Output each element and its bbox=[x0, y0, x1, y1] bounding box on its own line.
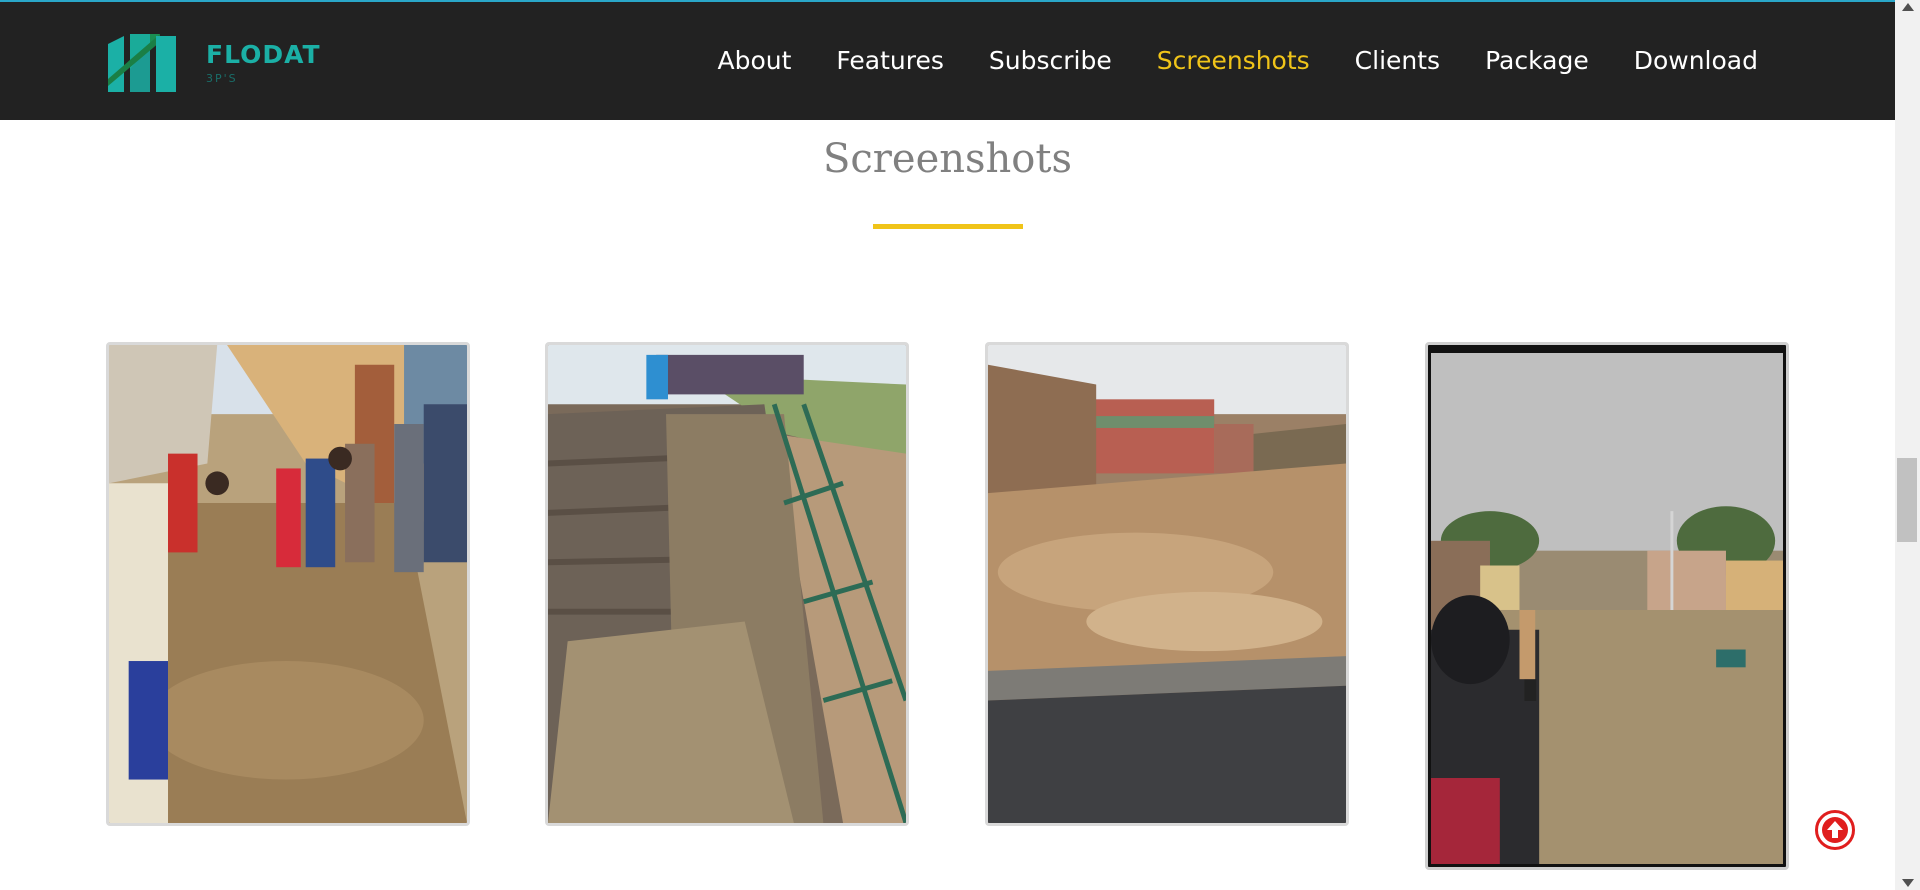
nav-clients[interactable]: Clients bbox=[1355, 46, 1440, 76]
nav-about[interactable]: About bbox=[717, 46, 791, 76]
screenshot-4[interactable] bbox=[1425, 342, 1789, 870]
nav-screenshots[interactable]: Screenshots bbox=[1157, 46, 1310, 76]
scroll-down-arrow-icon[interactable] bbox=[1902, 879, 1914, 887]
screenshot-3[interactable] bbox=[985, 342, 1349, 826]
floodwater-image bbox=[988, 345, 1346, 823]
title-underline bbox=[873, 224, 1023, 229]
bridge-debris-image bbox=[548, 345, 906, 823]
vertical-scrollbar[interactable] bbox=[1895, 0, 1920, 890]
nav-features[interactable]: Features bbox=[836, 46, 944, 76]
nav-download[interactable]: Download bbox=[1634, 46, 1758, 76]
scroll-up-arrow-icon[interactable] bbox=[1902, 3, 1914, 11]
logo-bars-icon bbox=[108, 34, 176, 92]
scroll-thumb[interactable] bbox=[1897, 458, 1917, 542]
arrow-up-circle-icon bbox=[1822, 817, 1848, 843]
brand-logo[interactable]: FLODAT 3P'S bbox=[108, 34, 328, 92]
brand-name: FLODAT bbox=[206, 40, 321, 69]
flooded-street-image bbox=[109, 345, 467, 823]
navbar: FLODAT 3P'S About Features Subscribe Scr… bbox=[0, 2, 1895, 120]
back-to-top-button[interactable] bbox=[1815, 810, 1855, 850]
main-nav: About Features Subscribe Screenshots Cli… bbox=[672, 46, 1758, 76]
nav-subscribe[interactable]: Subscribe bbox=[989, 46, 1112, 76]
flooded-road-image bbox=[1431, 353, 1783, 864]
nav-package[interactable]: Package bbox=[1485, 46, 1589, 76]
screenshot-1[interactable] bbox=[106, 342, 470, 826]
brand-tagline: 3P'S bbox=[206, 72, 238, 85]
screenshot-2[interactable] bbox=[545, 342, 909, 826]
section-title: Screenshots bbox=[822, 136, 1072, 182]
